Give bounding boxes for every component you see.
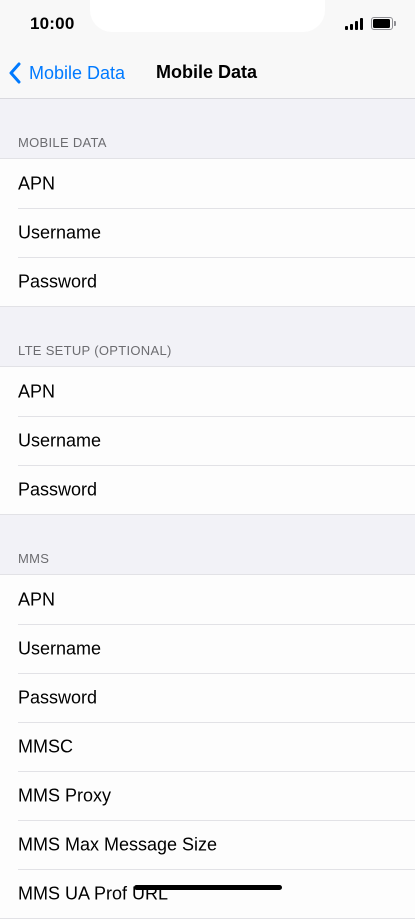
mms-password-field[interactable]: Password — [0, 673, 415, 722]
mms-username-field[interactable]: Username — [0, 624, 415, 673]
lte-apn-field[interactable]: APN — [0, 367, 415, 416]
mobile-data-username-field[interactable]: Username — [0, 208, 415, 257]
section-header-mms: MMS — [18, 551, 50, 566]
back-button-label: Mobile Data — [29, 62, 126, 83]
page-title: Mobile Data — [156, 62, 258, 82]
status-bar: 10:00 — [0, 0, 415, 48]
field-label: Username — [18, 222, 102, 242]
field-label: MMS Max Message Size — [18, 834, 218, 854]
status-time: 10:00 — [30, 14, 75, 33]
settings-list: MOBILE DATA APN Username Password LTE SE… — [0, 99, 415, 919]
device-notch — [90, 0, 325, 32]
field-label: APN — [18, 173, 56, 193]
home-indicator[interactable] — [134, 885, 282, 890]
navigation-bar: Mobile Data Mobile Data — [0, 48, 415, 99]
section-header-lte-setup: LTE SETUP (OPTIONAL) — [18, 343, 172, 358]
section-lte-setup: APN Username Password — [0, 366, 415, 515]
mms-apn-field[interactable]: APN — [0, 575, 415, 624]
field-label: Username — [18, 430, 102, 450]
cellular-signal-icon — [345, 18, 365, 30]
battery-icon — [371, 17, 396, 30]
section-header-mobile-data: MOBILE DATA — [18, 135, 107, 150]
field-label: APN — [18, 589, 56, 609]
field-label: Password — [18, 479, 98, 499]
field-label: MMSC — [18, 736, 73, 756]
mmsc-field[interactable]: MMSC — [0, 722, 415, 771]
field-label: Password — [18, 687, 98, 707]
mobile-data-apn-field[interactable]: APN — [0, 159, 415, 208]
field-label: Password — [18, 271, 98, 291]
mms-proxy-field[interactable]: MMS Proxy — [0, 771, 415, 820]
lte-password-field[interactable]: Password — [0, 465, 415, 514]
chevron-left-icon — [9, 62, 21, 84]
back-button[interactable]: Mobile Data — [8, 60, 125, 86]
field-label: APN — [18, 381, 56, 401]
mms-ua-prof-url-field[interactable]: MMS UA Prof URL — [0, 869, 415, 918]
lte-username-field[interactable]: Username — [0, 416, 415, 465]
mms-max-message-size-field[interactable]: MMS Max Message Size — [0, 820, 415, 869]
mobile-data-password-field[interactable]: Password — [0, 257, 415, 306]
section-mms: APN Username Password MMSC MMS Proxy MMS… — [0, 574, 415, 919]
section-mobile-data: APN Username Password — [0, 158, 415, 307]
field-label: MMS Proxy — [18, 785, 112, 805]
field-label: Username — [18, 638, 102, 658]
